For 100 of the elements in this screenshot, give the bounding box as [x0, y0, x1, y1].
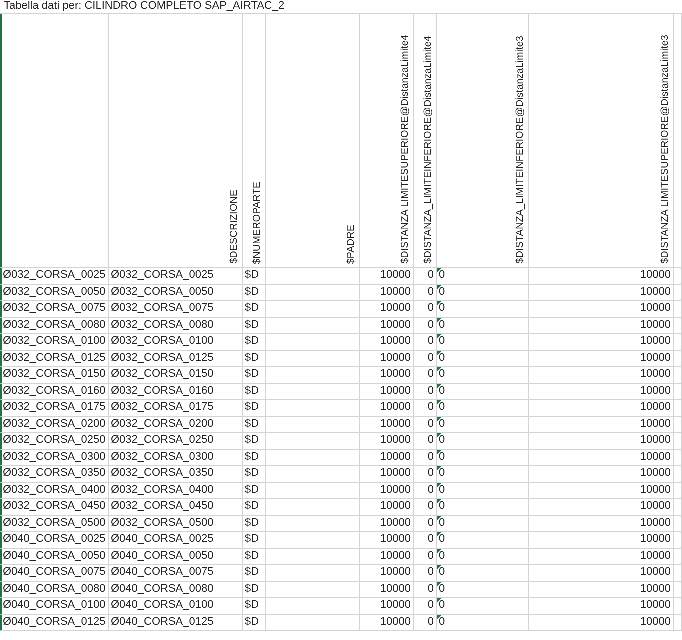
table-cell-text: 0: [439, 350, 446, 366]
table-cell-text: 10000: [380, 614, 411, 630]
table-cell-text: 0: [439, 433, 446, 448]
table-cell-text: 10000: [640, 301, 671, 316]
table-cell-text: $D: [245, 582, 260, 596]
table-cell-text: 0: [428, 582, 434, 596]
table-cell-text: Ø032_CORSA_0300: [3, 450, 106, 464]
table-cell-text: 0: [428, 268, 434, 283]
table-cell-text: 0: [439, 532, 446, 547]
table-cell-text: 10000: [640, 516, 671, 530]
table-cell-text: 10000: [640, 582, 671, 596]
table-cell-text: 10000: [380, 598, 411, 613]
table-cell-text: 0: [428, 384, 434, 398]
table-cell-text: $D: [245, 400, 260, 415]
column-header: $DISTANZA LIMITESUPERIORE@DistanzaLimite3: [660, 35, 672, 264]
table-cell-text: 10000: [380, 318, 411, 332]
table-cell-text: 10000: [640, 400, 671, 415]
table-cell-text: 10000: [640, 268, 671, 283]
table-cell-text: 0: [428, 565, 434, 580]
table-cell-text: $D: [245, 516, 260, 530]
table-cell-text: 0: [428, 466, 434, 481]
column-header: $NUMEROPARTE: [252, 182, 264, 264]
table-cell-text: 10000: [640, 450, 671, 464]
table-cell-text: 0: [439, 450, 446, 464]
table-cell-text: 10000: [640, 548, 671, 564]
table-cell-text: Ø032_CORSA_0500: [111, 516, 214, 530]
table-cell-text: 10000: [380, 384, 411, 398]
table-cell-text: 10000: [640, 482, 671, 498]
column-header: $DISTANZA LIMITESUPERIORE@DistanzaLimite4: [400, 35, 412, 264]
table-cell-text: Ø032_CORSA_0160: [111, 384, 214, 398]
table-cell-text: 10000: [380, 450, 411, 464]
table-cell-text: Ø032_CORSA_0350: [111, 466, 214, 481]
table-cell-text: 10000: [380, 565, 411, 580]
table-cell-text: 0: [439, 301, 446, 316]
table-cell-text: Ø040_CORSA_0100: [3, 598, 106, 613]
table-cell-text: 0: [428, 450, 434, 464]
column-header: $DISTANZA_LIMITEINFERIORE@DistanzaLimite3: [515, 36, 527, 264]
table-cell-text: 10000: [380, 334, 411, 349]
table-cell-text: Ø032_CORSA_0125: [3, 350, 106, 366]
table-cell-text: 0: [439, 400, 446, 415]
table-cell-text: 10000: [640, 384, 671, 398]
table-cell-text: 0: [428, 598, 434, 613]
table-cell-text: 0: [428, 367, 434, 382]
table-cell-text: Ø032_CORSA_0075: [111, 301, 214, 316]
table-cell-text: 0: [428, 400, 434, 415]
table-cell-text: Ø032_CORSA_0175: [3, 400, 106, 415]
table-cell-text: 10000: [380, 466, 411, 481]
table-cell-text: 10000: [380, 532, 411, 547]
table-cell-text: 0: [428, 301, 434, 316]
table-cell-text: Ø032_CORSA_0400: [111, 482, 214, 498]
table-cell-text: 0: [439, 598, 446, 613]
table-cell-text: 10000: [640, 350, 671, 366]
table-cell-text: 0: [439, 384, 446, 398]
table-cell-text: 10000: [640, 416, 671, 432]
table-cell-text: Ø032_CORSA_0300: [111, 450, 214, 464]
table-cell-text: $D: [245, 384, 260, 398]
table-cell-text: 0: [439, 367, 446, 382]
table-cell-text: Ø032_CORSA_0080: [3, 318, 106, 332]
table-cell-text: Ø040_CORSA_0025: [111, 532, 214, 547]
column-header: $DESCRIZIONE: [229, 190, 241, 264]
table-cell-text: 10000: [640, 334, 671, 349]
table-cell-text: Ø032_CORSA_0050: [3, 284, 106, 300]
table-cell-text: $D: [245, 350, 260, 366]
table-cell-text: 0: [428, 284, 434, 300]
table-cell-text: 0: [439, 516, 446, 530]
column-header: $DISTANZA_LIMITEINFERIORE@DistanzaLimite4: [423, 36, 435, 264]
table-cell-text: $D: [245, 499, 260, 514]
table-cell-text: $D: [245, 482, 260, 498]
table-cell-text: 0: [439, 416, 446, 432]
table-cell-text: 0: [439, 614, 446, 630]
table-cell-text: Ø032_CORSA_0050: [111, 284, 214, 300]
table-cell-text: Ø032_CORSA_0025: [3, 268, 106, 283]
table-cell-text: 10000: [640, 565, 671, 580]
table-cell-text: 10000: [380, 350, 411, 366]
table-cell-text: 10000: [640, 614, 671, 630]
table-cell-text: Ø040_CORSA_0075: [3, 565, 106, 580]
table-cell-text: $D: [245, 268, 260, 283]
table-cell-text: 0: [439, 499, 446, 514]
table-cell-text: Ø032_CORSA_0075: [3, 301, 106, 316]
table-cell-text: $D: [245, 301, 260, 316]
table-cell-text: $D: [245, 614, 260, 630]
table-cell-text: 10000: [640, 318, 671, 332]
table-cell-text: 0: [428, 416, 434, 432]
table-cell-text: 10000: [640, 433, 671, 448]
table-cell-text: 10000: [640, 466, 671, 481]
table-cell-text: $D: [245, 598, 260, 613]
table-cell-text: 0: [439, 565, 446, 580]
table-cell-text: Ø040_CORSA_0125: [111, 614, 214, 630]
table-cell-text: 0: [439, 582, 446, 596]
table-cell-text: Ø032_CORSA_0200: [111, 416, 214, 432]
table-cell-text: 10000: [380, 268, 411, 283]
table-cell-text: Ø040_CORSA_0050: [3, 548, 106, 564]
table-cell-text: 0: [428, 516, 434, 530]
table-cell-text: 10000: [380, 284, 411, 300]
table-cell-text: Ø032_CORSA_0250: [3, 433, 106, 448]
table-cell-text: 0: [439, 318, 446, 332]
table-cell-text: 10000: [380, 582, 411, 596]
table-cell-text: Ø032_CORSA_0450: [111, 499, 214, 514]
table-cell-text: $D: [245, 367, 260, 382]
table-cell-text: 10000: [640, 499, 671, 514]
